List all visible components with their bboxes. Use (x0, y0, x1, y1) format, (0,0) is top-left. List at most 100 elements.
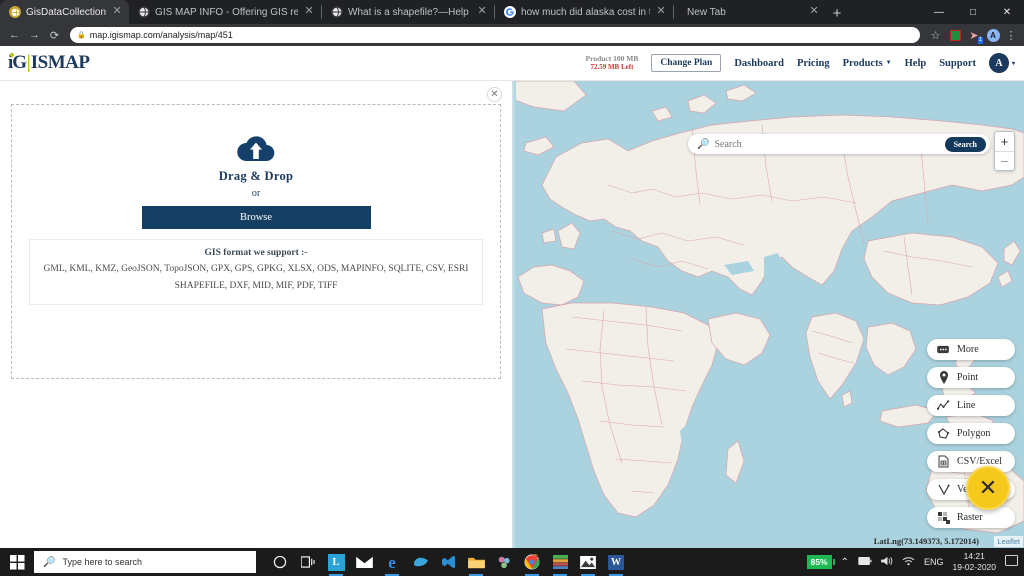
site-header: i G | ISMAP Product 100 MB 72.59 MB Left… (0, 46, 1024, 81)
language-indicator[interactable]: ENG (924, 557, 944, 567)
browser-tab-1-label: GIS MAP INFO - Offering GIS rel (155, 6, 299, 18)
new-tab-button[interactable]: + (826, 2, 848, 24)
logo-rest: ISMAP (30, 52, 90, 73)
google-icon (504, 6, 517, 18)
word-icon[interactable]: W (606, 551, 626, 576)
chrome-icon[interactable] (522, 551, 542, 576)
map-tool-line[interactable]: Line (927, 395, 1015, 416)
browser-tab-4[interactable]: New Tab ✕ (674, 0, 826, 24)
cloud-upload-icon (235, 134, 277, 164)
quota-plan: Product 100 MB (585, 53, 639, 63)
reload-button[interactable]: ⟳ (46, 27, 63, 44)
browser-tab-2-close-icon[interactable]: ✕ (476, 6, 488, 18)
browse-button[interactable]: Browse (141, 206, 371, 229)
leaflet-attribution[interactable]: Leaflet (994, 536, 1023, 547)
map-tool-more[interactable]: More (927, 339, 1015, 360)
forward-button[interactable]: → (26, 27, 43, 44)
edge-icon[interactable]: e (382, 551, 402, 576)
chevron-down-icon: ▼ (885, 60, 892, 66)
nav-item-pricing[interactable]: Pricing (797, 58, 830, 69)
map-tool-csv-excel-label: CSV/Excel (957, 456, 1002, 467)
browser-tab-4-close-icon[interactable]: ✕ (808, 6, 820, 18)
map-tool-csv-excel[interactable]: CSV/Excel (927, 451, 1015, 472)
window-close-button[interactable]: ✕ (990, 0, 1024, 24)
browser-tab-3[interactable]: how much did alaska cost in tod ✕ (495, 0, 673, 24)
browser-tab-1-close-icon[interactable]: ✕ (303, 6, 315, 18)
spreadsheet-file-icon (937, 455, 950, 468)
dropzone[interactable]: Drag & Drop or Browse GIS format we supp… (11, 104, 501, 379)
browser-tab-1[interactable]: GIS MAP INFO - Offering GIS rel ✕ (129, 0, 321, 24)
notification-icon[interactable] (1005, 555, 1018, 569)
coordinates-display: LatLng(73.149373, 5.172014) (873, 536, 979, 546)
taskbar-search-placeholder: Type here to search (62, 557, 142, 567)
browser-tab-0-close-icon[interactable]: ✕ (111, 6, 123, 18)
nav-item-dashboard[interactable]: Dashboard (734, 58, 784, 69)
taskbar-search[interactable]: 🔍 Type here to search (34, 551, 256, 573)
app-l-icon[interactable]: L (326, 551, 346, 576)
browser-tab-3-label: how much did alaska cost in tod (521, 6, 651, 18)
browser-tab-2[interactable]: What is a shapefile?—Help | Arc ✕ (322, 0, 494, 24)
volume-icon[interactable] (881, 556, 893, 569)
logo-g: G (12, 52, 27, 73)
nav-item-products[interactable]: Products ▼ (843, 58, 892, 69)
map-tool-point[interactable]: Point (927, 367, 1015, 388)
paint-icon[interactable] (494, 551, 514, 573)
map-tool-polygon[interactable]: Polygon (927, 423, 1015, 444)
zoom-out-button[interactable]: − (995, 151, 1014, 170)
battery-icon[interactable] (858, 556, 872, 568)
windows-taskbar: 🔍 Type here to search L e W 85% ⌃ ENG 14… (0, 548, 1024, 576)
skype-icon[interactable] (410, 551, 430, 573)
globe-dark-icon (331, 6, 344, 18)
zoom-in-button[interactable]: + (995, 132, 1014, 151)
back-button[interactable]: ← (6, 27, 23, 44)
close-icon[interactable]: ✕ (487, 87, 502, 102)
bookmark-star-icon[interactable]: ☆ (927, 27, 944, 44)
clock[interactable]: 14:21 19-02-2020 (953, 551, 996, 572)
browser-tab-3-close-icon[interactable]: ✕ (655, 6, 667, 18)
wifi-icon[interactable] (902, 556, 915, 569)
address-bar[interactable]: 🔒 map.igismap.com/analysis/map/451 star-… (70, 27, 920, 43)
map-tool-raster[interactable]: Raster (927, 507, 1015, 528)
window-minimize-button[interactable]: — (922, 0, 956, 24)
cortana-icon[interactable] (270, 551, 290, 573)
quota-left: 72.59 MB Left (590, 63, 634, 72)
change-plan-button[interactable]: Change Plan (651, 54, 722, 72)
extension-badge: 1 (977, 37, 983, 44)
tray-chevron-up-icon[interactable]: ⌃ (841, 557, 849, 568)
qgis-icon[interactable] (550, 551, 570, 576)
extension-arrow-icon[interactable]: ➤ 1 (966, 27, 983, 44)
window-maximize-button[interactable]: □ (956, 0, 990, 24)
address-bar-url: map.igismap.com/analysis/map/451 (89, 30, 233, 40)
photos-icon[interactable] (578, 551, 598, 576)
vscode-icon[interactable] (438, 551, 458, 573)
dropzone-title: Drag & Drop (218, 169, 294, 183)
profile-avatar[interactable]: A (985, 27, 1001, 43)
file-explorer-icon[interactable] (466, 551, 486, 576)
task-view-icon[interactable] (298, 551, 318, 573)
site-logo[interactable]: i G | ISMAP (0, 52, 90, 74)
browser-tab-0[interactable]: GisDataCollection ✕ (0, 0, 130, 24)
close-x-icon[interactable]: ✕ (966, 466, 1010, 510)
account-chevron-down-icon: ▾ (1011, 60, 1015, 67)
search-input[interactable] (709, 138, 945, 150)
kebab-menu-icon[interactable]: ⋮ (1004, 29, 1018, 42)
nav-item-help[interactable]: Help (905, 58, 927, 69)
mail-icon[interactable] (354, 551, 374, 573)
map-canvas[interactable]: 🔍 Search + − More P (512, 81, 1024, 548)
map-tool-raster-label: Raster (957, 512, 983, 523)
logo-dot-icon (10, 53, 14, 57)
formats-line-2: SHAPEFILE, DXF, MID, MIF, PDF, TIFF (174, 280, 338, 291)
avatar: A (988, 53, 1009, 73)
extension-red-icon[interactable] (947, 27, 963, 43)
nav-item-support[interactable]: Support (939, 58, 976, 69)
search-icon: 🔍 (697, 138, 710, 150)
windows-start-icon[interactable] (0, 548, 34, 576)
map-search-bar[interactable]: 🔍 Search (688, 134, 990, 154)
taskbar-icons: L e W (270, 551, 626, 576)
browser-tab-strip: GisDataCollection ✕ GIS MAP INFO - Offer… (0, 0, 1024, 24)
globe-dark-icon (138, 6, 151, 18)
nav-item-support-label: Support (939, 57, 976, 69)
account-menu[interactable]: A ▾ (988, 53, 1015, 73)
map-tool-line-label: Line (957, 400, 976, 411)
search-button[interactable]: Search (944, 136, 986, 152)
